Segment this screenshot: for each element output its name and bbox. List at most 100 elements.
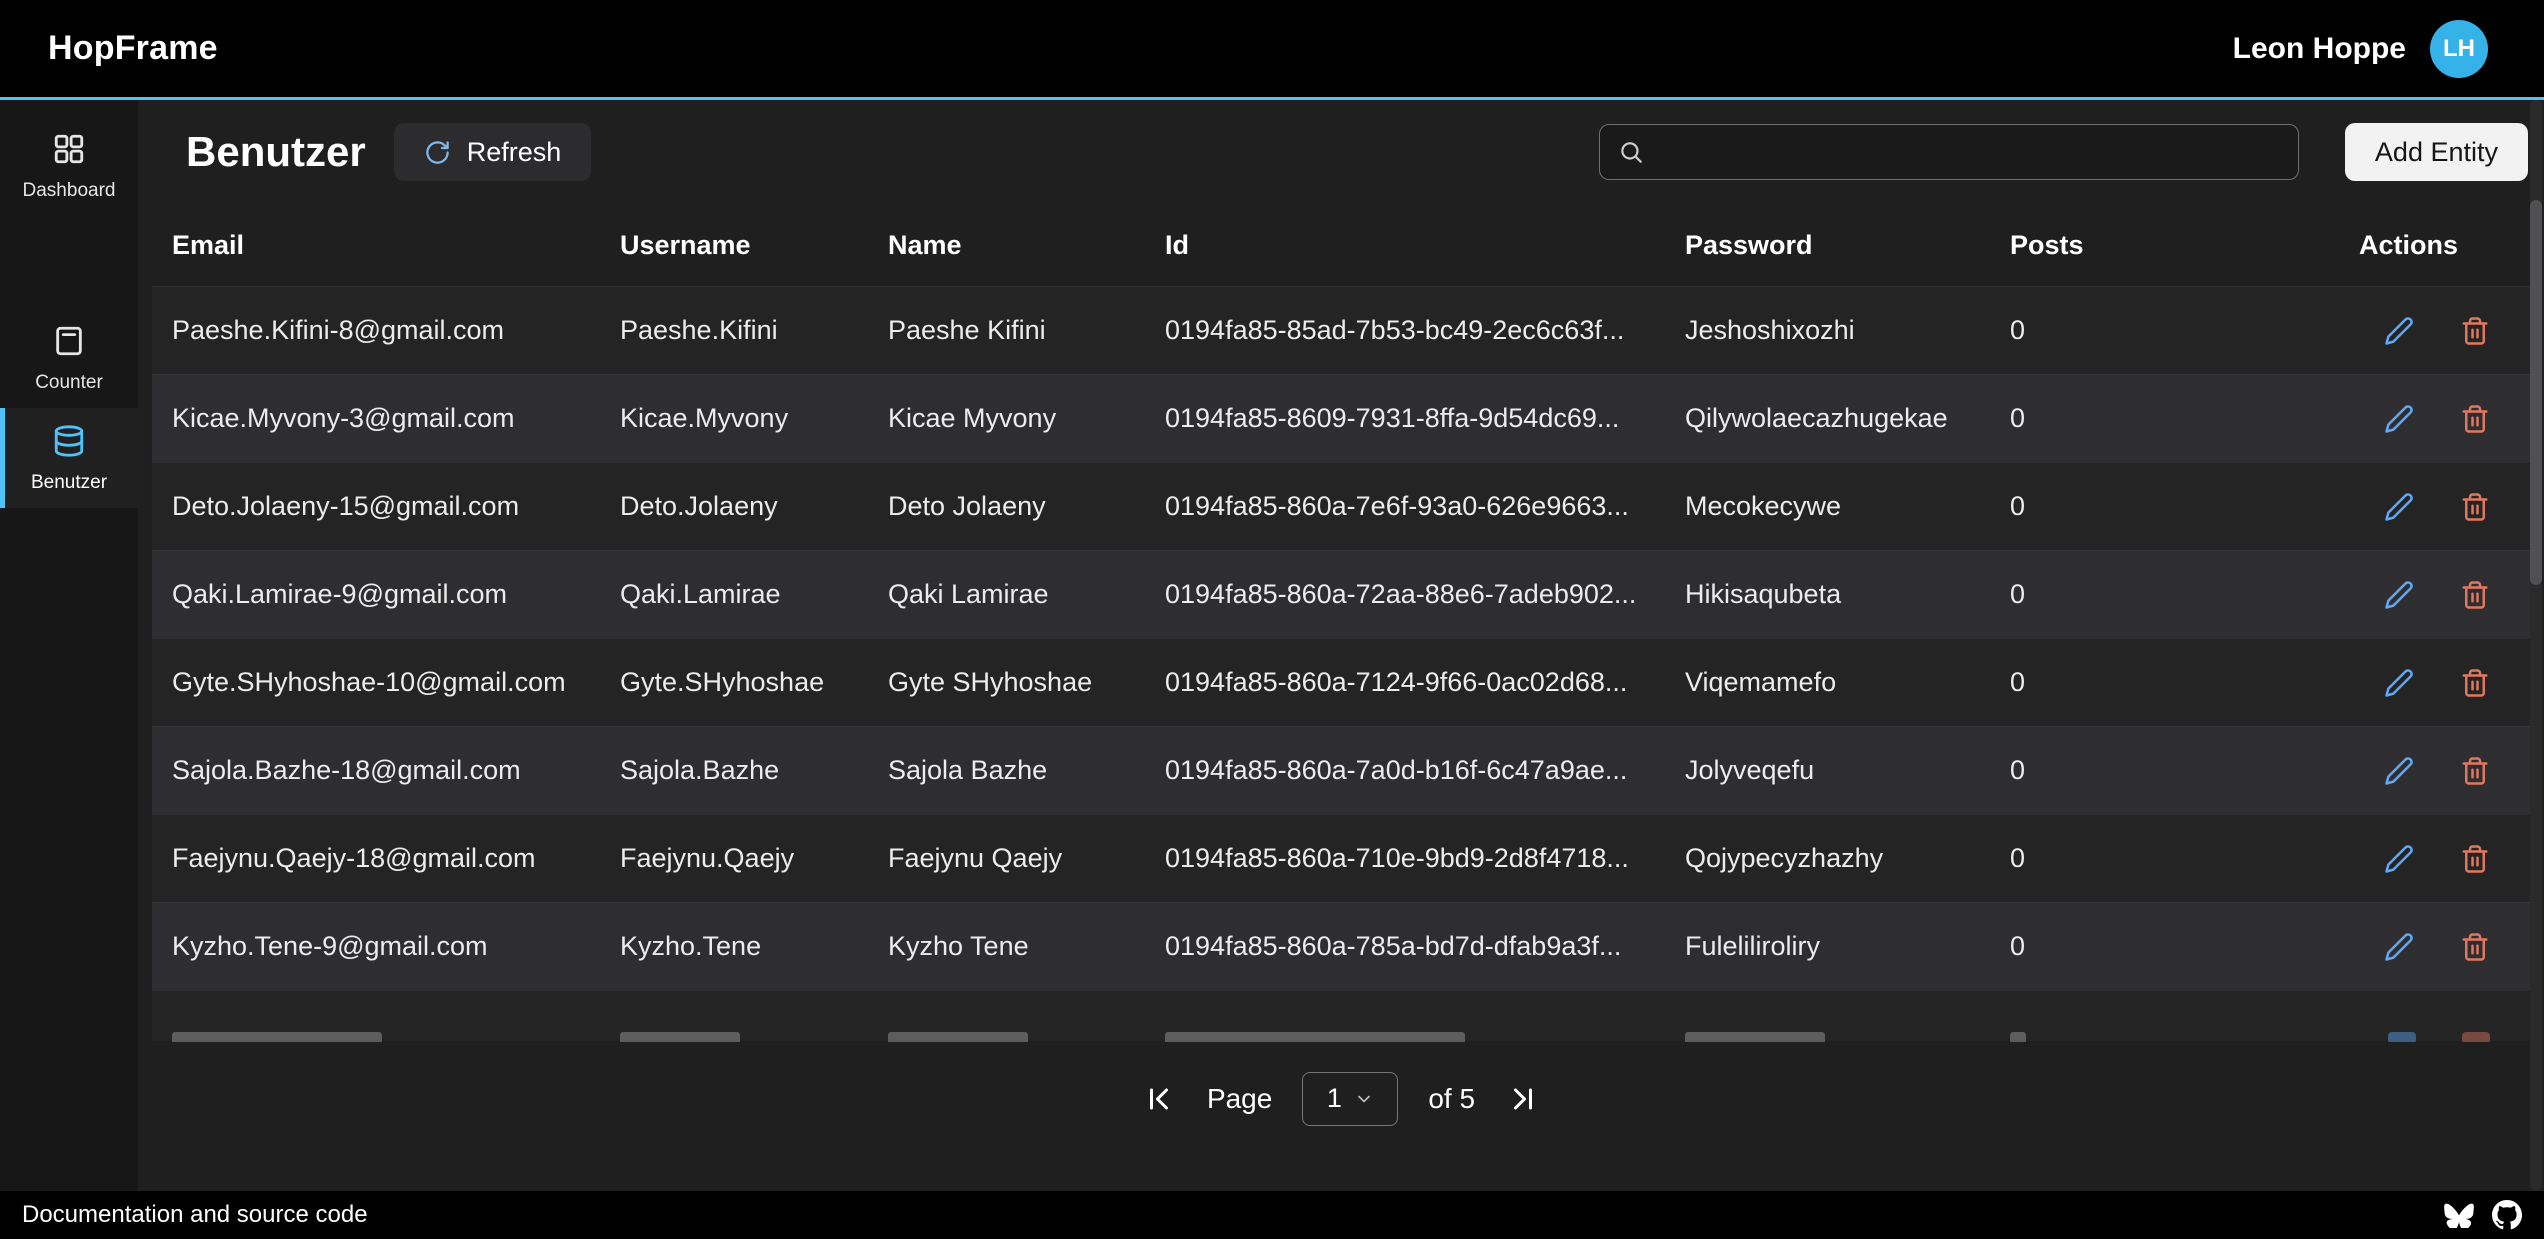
sidebar-item-label: Dashboard <box>23 180 116 202</box>
edit-button[interactable] <box>2384 756 2414 786</box>
trash-icon <box>2460 580 2490 610</box>
scrollbar-track[interactable] <box>2530 100 2542 1191</box>
cell-email: Paeshe.Kifini-8@gmail.com <box>152 315 600 346</box>
edit-button[interactable] <box>2384 316 2414 346</box>
avatar[interactable]: LH <box>2430 20 2488 78</box>
trash-icon <box>2460 668 2490 698</box>
edit-button[interactable] <box>2384 668 2414 698</box>
cell-name: Paeshe Kifini <box>868 315 1145 346</box>
entity-table: Email Username Name Id Password Posts Ac… <box>152 204 2530 1042</box>
table-body: Paeshe.Kifini-8@gmail.com Paeshe.Kifini … <box>152 286 2530 990</box>
refresh-button[interactable]: Refresh <box>394 123 592 181</box>
cell-actions <box>2280 932 2530 962</box>
cell-posts: 0 <box>1990 579 2280 610</box>
sidebar-item-dashboard[interactable]: Dashboard <box>0 116 138 216</box>
cell-username: Deto.Jolaeny <box>600 491 868 522</box>
trash-icon <box>2460 316 2490 346</box>
cell-email: Kyzho.Tene-9@gmail.com <box>152 931 600 962</box>
cell-id: 0194fa85-860a-7124-9f66-0ac02d68... <box>1145 667 1665 698</box>
cell-email: Sajola.Bazhe-18@gmail.com <box>152 755 600 786</box>
delete-button[interactable] <box>2460 844 2490 874</box>
page-title: Benutzer <box>186 128 366 176</box>
cell-actions <box>2280 316 2530 346</box>
footer: Documentation and source code <box>0 1191 2544 1239</box>
cell-actions <box>2280 844 2530 874</box>
cell-name: Faejynu Qaejy <box>868 843 1145 874</box>
cell-id: 0194fa85-860a-7a0d-b16f-6c47a9ae... <box>1145 755 1665 786</box>
edit-button[interactable] <box>2384 844 2414 874</box>
sidebar-spacer <box>0 216 138 308</box>
cell-email: Gyte.SHyhoshae-10@gmail.com <box>152 667 600 698</box>
cell-password: Jolyveqefu <box>1665 755 1990 786</box>
pencil-icon <box>2384 580 2414 610</box>
app-window: HopFrame Leon Hoppe LH Dashboard <box>0 0 2544 1239</box>
delete-button[interactable] <box>2460 404 2490 434</box>
add-entity-button[interactable]: Add Entity <box>2345 123 2528 181</box>
cell-password: Fuleliliroliry <box>1665 931 1990 962</box>
cell-posts: 0 <box>1990 403 2280 434</box>
table-row: Faejynu.Qaejy-18@gmail.com Faejynu.Qaejy… <box>152 814 2530 902</box>
cell-password: Mecokecywe <box>1665 491 1990 522</box>
user-area: Leon Hoppe LH <box>2233 20 2488 78</box>
scrollbar-thumb[interactable] <box>2530 200 2542 585</box>
app-logo[interactable]: HopFrame <box>48 29 218 68</box>
column-header-name: Name <box>868 230 1145 261</box>
page-label: Page <box>1207 1083 1272 1115</box>
github-icon[interactable] <box>2492 1200 2522 1230</box>
sidebar-item-benutzer[interactable]: Benutzer <box>0 408 138 508</box>
pencil-icon <box>2384 844 2414 874</box>
trash-icon <box>2460 932 2490 962</box>
delete-button[interactable] <box>2460 932 2490 962</box>
counter-icon <box>52 324 86 363</box>
cell-username: Sajola.Bazhe <box>600 755 868 786</box>
search-input[interactable] <box>1658 137 2280 168</box>
search-box <box>1599 124 2299 180</box>
delete-button[interactable] <box>2460 756 2490 786</box>
toolbar: Benutzer Refresh Add Entity <box>138 100 2544 204</box>
page-select[interactable]: 1 <box>1302 1072 1398 1126</box>
cell-email: Qaki.Lamirae-9@gmail.com <box>152 579 600 610</box>
sidebar: Dashboard Counter <box>0 100 138 1191</box>
trash-icon <box>2462 1032 2490 1042</box>
first-page-button[interactable] <box>1141 1081 1177 1117</box>
sidebar-item-counter[interactable]: Counter <box>0 308 138 408</box>
edit-button[interactable] <box>2384 404 2414 434</box>
current-page: 1 <box>1327 1083 1342 1114</box>
table-row: Kicae.Myvony-3@gmail.com Kicae.Myvony Ki… <box>152 374 2530 462</box>
delete-button[interactable] <box>2460 316 2490 346</box>
cell-id: 0194fa85-8609-7931-8ffa-9d54dc69... <box>1145 403 1665 434</box>
table-row-clipped <box>152 990 2530 1041</box>
column-header-actions: Actions <box>2280 230 2530 261</box>
delete-button[interactable] <box>2460 580 2490 610</box>
edit-button[interactable] <box>2384 580 2414 610</box>
cell-actions <box>2280 580 2530 610</box>
cell-name: Kicae Myvony <box>868 403 1145 434</box>
cell-password: Jeshoshixozhi <box>1665 315 1990 346</box>
pencil-icon <box>2384 492 2414 522</box>
cell-username: Paeshe.Kifini <box>600 315 868 346</box>
trash-icon <box>2460 756 2490 786</box>
cell-username: Kicae.Myvony <box>600 403 868 434</box>
trash-icon <box>2460 404 2490 434</box>
delete-button[interactable] <box>2460 492 2490 522</box>
edit-button[interactable] <box>2384 932 2414 962</box>
column-header-password: Password <box>1665 230 1990 261</box>
cell-password: Hikisaqubeta <box>1665 579 1990 610</box>
cell-id: 0194fa85-860a-710e-9bd9-2d8f4718... <box>1145 843 1665 874</box>
table-row: Paeshe.Kifini-8@gmail.com Paeshe.Kifini … <box>152 286 2530 374</box>
delete-button[interactable] <box>2460 668 2490 698</box>
footer-link[interactable]: Documentation and source code <box>22 1201 368 1229</box>
cell-posts: 0 <box>1990 931 2280 962</box>
last-page-button[interactable] <box>1505 1081 1541 1117</box>
chevron-first-icon <box>1141 1081 1177 1117</box>
column-header-email: Email <box>152 230 600 261</box>
cell-actions <box>2280 668 2530 698</box>
cell-id: 0194fa85-85ad-7b53-bc49-2ec6c63f... <box>1145 315 1665 346</box>
edit-button[interactable] <box>2384 492 2414 522</box>
bluesky-icon[interactable] <box>2444 1202 2474 1228</box>
table-row: Kyzho.Tene-9@gmail.com Kyzho.Tene Kyzho … <box>152 902 2530 990</box>
cell-username: Kyzho.Tene <box>600 931 868 962</box>
cell-password: Viqemamefo <box>1665 667 1990 698</box>
pencil-icon <box>2384 404 2414 434</box>
column-header-posts: Posts <box>1990 230 2280 261</box>
